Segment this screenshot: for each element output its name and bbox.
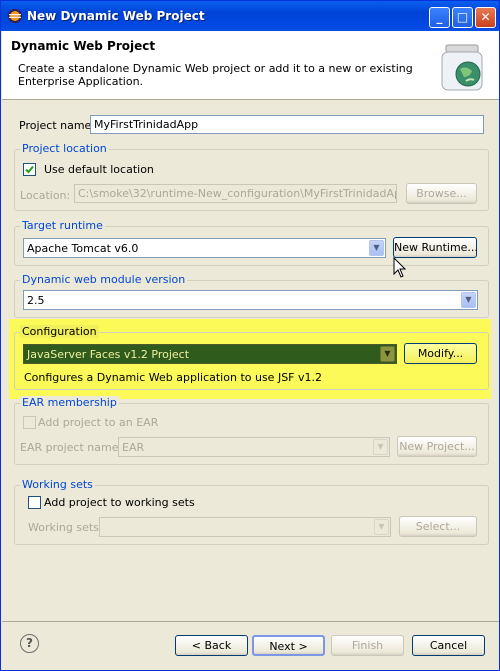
ear-project-name-select[interactable]: EAR ▼ [118,437,390,457]
finish-button[interactable]: Finish [331,635,404,656]
minimize-button[interactable]: _ [429,7,450,28]
use-default-location-label: Use default location [44,163,154,176]
modify-button[interactable]: Modify... [404,343,477,364]
web-project-jar-icon [441,44,483,91]
mouse-cursor-icon [393,257,407,278]
add-to-working-sets-label: Add project to working sets [44,496,195,509]
project-name-input[interactable]: MyFirstTrinidadApp [90,115,484,134]
use-default-location-checkbox[interactable] [23,163,36,176]
add-to-working-sets-checkbox[interactable] [28,496,41,509]
ear-project-name-value: EAR [122,441,145,454]
module-version-value: 2.5 [27,294,45,307]
configuration-select[interactable]: JavaServer Faces v1.2 Project ▼ [23,344,397,364]
add-to-ear-label: Add project to an EAR [38,416,159,429]
project-name-label: Project name: [19,119,96,132]
working-sets-group-label: Working sets [20,478,95,491]
cancel-button[interactable]: Cancel [412,635,485,656]
page-description: Create a standalone Dynamic Web project … [18,62,413,88]
chevron-down-icon: ▼ [373,439,388,455]
ear-project-name-label: EAR project name: [20,441,123,454]
back-button[interactable]: < Back [175,635,248,656]
maximize-button[interactable]: □ [452,7,473,28]
browse-button[interactable]: Browse... [406,183,477,204]
configuration-value: JavaServer Faces v1.2 Project [27,348,190,361]
chevron-down-icon: ▼ [374,519,389,535]
checkmark-icon [25,165,34,174]
new-ear-project-button[interactable]: New Project... [397,436,477,457]
module-version-group-label: Dynamic web module version [20,273,188,286]
configuration-description: Configures a Dynamic Web application to … [24,371,322,384]
ear-membership-group-label: EAR membership [20,396,119,409]
location-input[interactable]: C:\smoke\32\runtime-New_configuration\My… [74,184,397,203]
page-title: Dynamic Web Project [11,39,156,53]
module-version-select[interactable]: 2.5 ▼ [23,290,478,310]
chevron-down-icon: ▼ [380,346,395,362]
project-location-group-label: Project location [20,142,109,155]
chevron-down-icon: ▼ [369,240,384,256]
wizard-header: Dynamic Web Project Create a standalone … [2,31,499,100]
target-runtime-group-label: Target runtime [20,219,105,232]
footer-separator [2,621,499,622]
chevron-down-icon: ▼ [461,292,476,308]
next-button[interactable]: Next > [252,635,325,656]
title-bar[interactable]: New Dynamic Web Project _ □ ✕ [1,1,499,31]
configuration-group-label: Configuration [20,325,99,338]
eclipse-app-icon [8,9,22,23]
close-button[interactable]: ✕ [475,7,496,28]
target-runtime-select[interactable]: Apache Tomcat v6.0 ▼ [23,238,386,258]
target-runtime-value: Apache Tomcat v6.0 [27,242,139,255]
location-label: Location: [20,189,71,202]
new-runtime-button[interactable]: New Runtime... [393,237,478,258]
select-working-sets-button[interactable]: Select... [399,516,477,537]
dialog-window: New Dynamic Web Project _ □ ✕ Dynamic We… [0,0,500,671]
working-sets-label: Working sets: [28,521,103,534]
help-icon[interactable]: ? [20,634,39,653]
working-sets-select[interactable]: ▼ [99,517,391,537]
add-to-ear-checkbox[interactable] [23,416,36,429]
window-title: New Dynamic Web Project [27,9,205,23]
